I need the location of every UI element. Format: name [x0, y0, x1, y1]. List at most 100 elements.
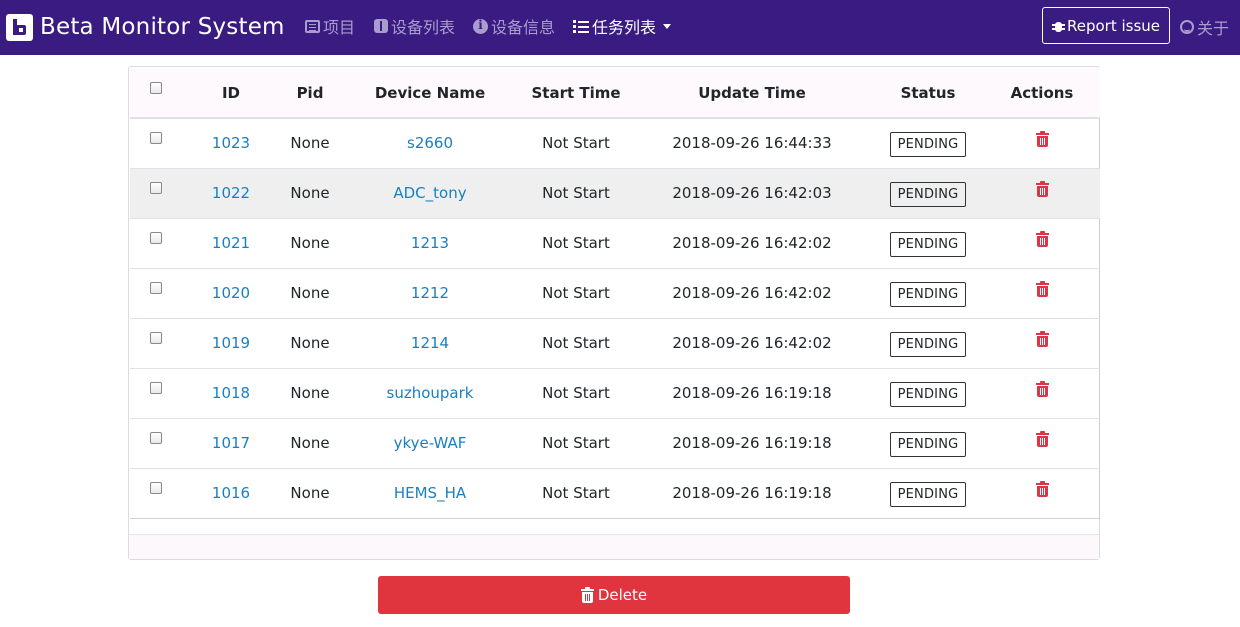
- update-time-cell: 2018-09-26 16:19:18: [632, 367, 872, 418]
- table-row: 1022 None ADC_tony Not Start 2018-09-26 …: [130, 167, 1100, 218]
- row-checkbox[interactable]: [150, 332, 162, 344]
- task-id-link[interactable]: 1019: [212, 334, 250, 352]
- column-header[interactable]: Pid: [280, 68, 340, 119]
- smile-icon: [1180, 20, 1194, 34]
- row-checkbox[interactable]: [150, 182, 162, 194]
- table-header-row: ID Pid Device Name Start Time Update Tim…: [130, 68, 1100, 119]
- select-all-checkbox[interactable]: [150, 81, 162, 94]
- task-id-link[interactable]: 1016: [212, 484, 250, 502]
- device-name-link[interactable]: s2660: [407, 134, 453, 152]
- start-time-cell: Not Start: [520, 467, 632, 518]
- update-time-cell: 2018-09-26 16:42:02: [632, 217, 872, 268]
- pid-cell: None: [280, 317, 340, 368]
- table-row: 1016 None HEMS_HA Not Start 2018-09-26 1…: [130, 467, 1100, 518]
- caret-down-icon: [663, 23, 672, 29]
- status-badge: PENDING: [889, 231, 967, 257]
- device-name-link[interactable]: 1214: [411, 334, 449, 352]
- task-id-link[interactable]: 1017: [212, 434, 250, 452]
- report-issue-label: Report issue: [1066, 16, 1161, 35]
- update-time-cell: 2018-09-26 16:42:02: [632, 317, 872, 368]
- delete-row-trash-icon[interactable]: [1035, 481, 1049, 498]
- nav-item-label: 项目: [323, 18, 356, 37]
- row-checkbox[interactable]: [150, 282, 162, 294]
- delete-row-trash-icon[interactable]: [1035, 281, 1049, 297]
- nav-item-label: 设备列表: [391, 18, 456, 37]
- pid-cell: None: [280, 167, 340, 218]
- column-header[interactable]: Device Name: [340, 68, 520, 119]
- task-id-link[interactable]: 1020: [212, 284, 250, 302]
- row-checkbox[interactable]: [150, 432, 162, 444]
- table-row: 1021 None 1213 Not Start 2018-09-26 16:4…: [130, 217, 1100, 268]
- pid-cell: None: [280, 267, 340, 318]
- row-checkbox[interactable]: [150, 232, 162, 244]
- task-table-wrapper: ID Pid Device Name Start Time Update Tim…: [130, 68, 1100, 519]
- pid-cell: None: [280, 467, 340, 518]
- device-name-link[interactable]: 1213: [411, 234, 449, 252]
- task-id-link[interactable]: 1022: [212, 184, 250, 202]
- delete-button-label: Delete: [597, 586, 648, 604]
- update-time-cell: 2018-09-26 16:42:03: [632, 167, 872, 218]
- column-header[interactable]: Status: [872, 68, 984, 119]
- nav-item-task-list[interactable]: 任务列表: [573, 15, 672, 37]
- row-checkbox[interactable]: [150, 382, 162, 394]
- update-time-cell: 2018-09-26 16:44:33: [632, 117, 872, 168]
- list-icon: [305, 19, 320, 33]
- card-footer: [129, 534, 1099, 559]
- task-id-link[interactable]: 1018: [212, 384, 250, 402]
- nav-item-device-info[interactable]: 设备信息: [473, 15, 555, 37]
- status-badge: PENDING: [889, 181, 967, 207]
- status-badge: PENDING: [889, 331, 967, 357]
- status-badge: PENDING: [889, 281, 967, 307]
- nav-item-about[interactable]: 关于: [1180, 15, 1229, 39]
- update-time-cell: 2018-09-26 16:19:18: [632, 467, 872, 518]
- delete-row-trash-icon[interactable]: [1035, 131, 1049, 148]
- tasks-icon: [573, 19, 589, 33]
- select-all-header: [130, 68, 182, 119]
- table-row: 1023 None s2660 Not Start 2018-09-26 16:…: [130, 117, 1100, 168]
- status-badge: PENDING: [889, 431, 967, 457]
- brand-title: Beta Monitor System: [40, 14, 285, 40]
- device-name-link[interactable]: suzhoupark: [387, 384, 474, 402]
- trash-icon: [580, 587, 594, 603]
- pid-cell: None: [280, 217, 340, 268]
- column-header[interactable]: Update Time: [632, 68, 872, 119]
- delete-button[interactable]: Delete: [378, 576, 850, 614]
- device-name-link[interactable]: ADC_tony: [393, 184, 466, 202]
- pid-cell: None: [280, 367, 340, 418]
- table-row: 1018 None suzhoupark Not Start 2018-09-2…: [130, 367, 1100, 418]
- nav-item-label: 任务列表: [592, 18, 657, 37]
- start-time-cell: Not Start: [520, 317, 632, 368]
- delete-row-trash-icon[interactable]: [1035, 431, 1049, 447]
- column-header[interactable]: ID: [182, 68, 280, 119]
- delete-row-trash-icon[interactable]: [1035, 181, 1049, 197]
- start-time-cell: Not Start: [520, 417, 632, 468]
- brand[interactable]: Beta Monitor System: [6, 11, 285, 43]
- delete-row-trash-icon[interactable]: [1035, 231, 1049, 247]
- start-time-cell: Not Start: [520, 267, 632, 318]
- row-checkbox[interactable]: [150, 132, 162, 145]
- delete-row-trash-icon[interactable]: [1035, 381, 1049, 397]
- about-label: 关于: [1197, 19, 1230, 38]
- device-name-link[interactable]: ykye-WAF: [394, 434, 467, 452]
- column-header: Actions: [984, 68, 1100, 119]
- device-name-link[interactable]: HEMS_HA: [394, 484, 466, 502]
- task-table-card: ID Pid Device Name Start Time Update Tim…: [128, 66, 1100, 560]
- navbar: Beta Monitor System 项目 设备列表 设备信息 任务列表 Re…: [0, 0, 1240, 55]
- update-time-cell: 2018-09-26 16:42:02: [632, 267, 872, 318]
- nav-item-device-list[interactable]: 设备列表: [374, 15, 455, 37]
- task-id-link[interactable]: 1021: [212, 234, 250, 252]
- row-checkbox[interactable]: [150, 482, 162, 495]
- delete-row-trash-icon[interactable]: [1035, 331, 1049, 347]
- report-issue-button[interactable]: Report issue: [1042, 7, 1170, 44]
- pid-cell: None: [280, 117, 340, 168]
- nav-item-label: 设备信息: [491, 18, 556, 37]
- table-row: 1019 None 1214 Not Start 2018-09-26 16:4…: [130, 317, 1100, 368]
- column-header[interactable]: Start Time: [520, 68, 632, 119]
- status-badge: PENDING: [889, 381, 967, 407]
- status-badge: PENDING: [889, 131, 967, 157]
- task-id-link[interactable]: 1023: [212, 134, 250, 152]
- nav-item-projects[interactable]: 项目: [305, 15, 355, 37]
- brand-logo-icon: [6, 13, 33, 41]
- device-name-link[interactable]: 1212: [411, 284, 449, 302]
- update-time-cell: 2018-09-26 16:19:18: [632, 417, 872, 468]
